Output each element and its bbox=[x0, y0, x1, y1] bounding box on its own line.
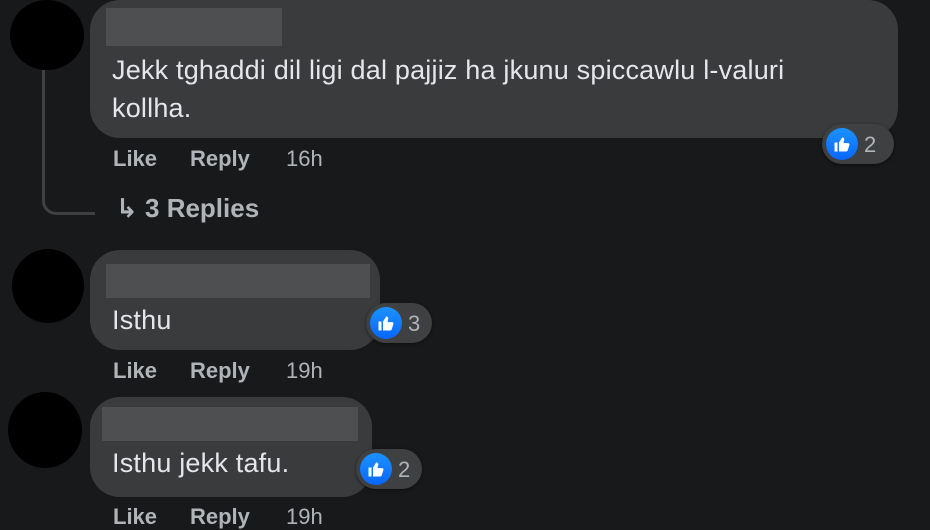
comment-text-line-1: Isthu bbox=[112, 305, 172, 335]
comment-bubble: Jekk tghaddi dil ligi dal pajjiz ha jkun… bbox=[90, 0, 898, 138]
avatar[interactable] bbox=[8, 392, 82, 468]
thumbs-up-icon bbox=[370, 307, 402, 339]
reply-button[interactable]: Reply bbox=[190, 504, 250, 530]
reply-button[interactable]: Reply bbox=[190, 358, 250, 384]
timestamp[interactable]: 16h bbox=[286, 146, 323, 172]
view-replies-button[interactable]: ↳ 3 Replies bbox=[116, 193, 259, 224]
thread-connector-line bbox=[42, 70, 95, 215]
like-button[interactable]: Like bbox=[113, 146, 157, 172]
like-button[interactable]: Like bbox=[113, 358, 157, 384]
reaction-summary[interactable]: 3 bbox=[366, 303, 432, 343]
reaction-count: 2 bbox=[864, 132, 877, 157]
avatar[interactable] bbox=[12, 249, 84, 323]
comments-section: Jekk tghaddi dil ligi dal pajjiz ha jkun… bbox=[0, 0, 930, 530]
author-name-redacted[interactable] bbox=[102, 407, 358, 441]
thumbs-up-icon bbox=[360, 453, 392, 485]
avatar[interactable] bbox=[10, 0, 84, 70]
reply-button[interactable]: Reply bbox=[190, 146, 250, 172]
thumbs-up-icon bbox=[826, 128, 858, 160]
timestamp[interactable]: 19h bbox=[286, 358, 323, 384]
reaction-count: 3 bbox=[408, 311, 421, 336]
comment-text-line-1: Isthu jekk tafu. bbox=[112, 448, 290, 478]
reaction-summary[interactable]: 2 bbox=[356, 449, 422, 489]
comment-bubble: Isthu bbox=[90, 250, 380, 350]
reaction-count: 2 bbox=[398, 457, 411, 482]
timestamp[interactable]: 19h bbox=[286, 504, 323, 530]
comment-bubble: Isthu jekk tafu. bbox=[90, 397, 372, 497]
comment-text-line-2: kollha. bbox=[112, 93, 192, 123]
author-name-redacted[interactable] bbox=[106, 8, 282, 46]
comment-text-line-1: Jekk tghaddi dil ligi dal pajjiz ha jkun… bbox=[112, 55, 785, 85]
like-button[interactable]: Like bbox=[113, 504, 157, 530]
reaction-summary[interactable]: 2 bbox=[822, 124, 894, 164]
author-name-redacted[interactable] bbox=[106, 264, 370, 298]
